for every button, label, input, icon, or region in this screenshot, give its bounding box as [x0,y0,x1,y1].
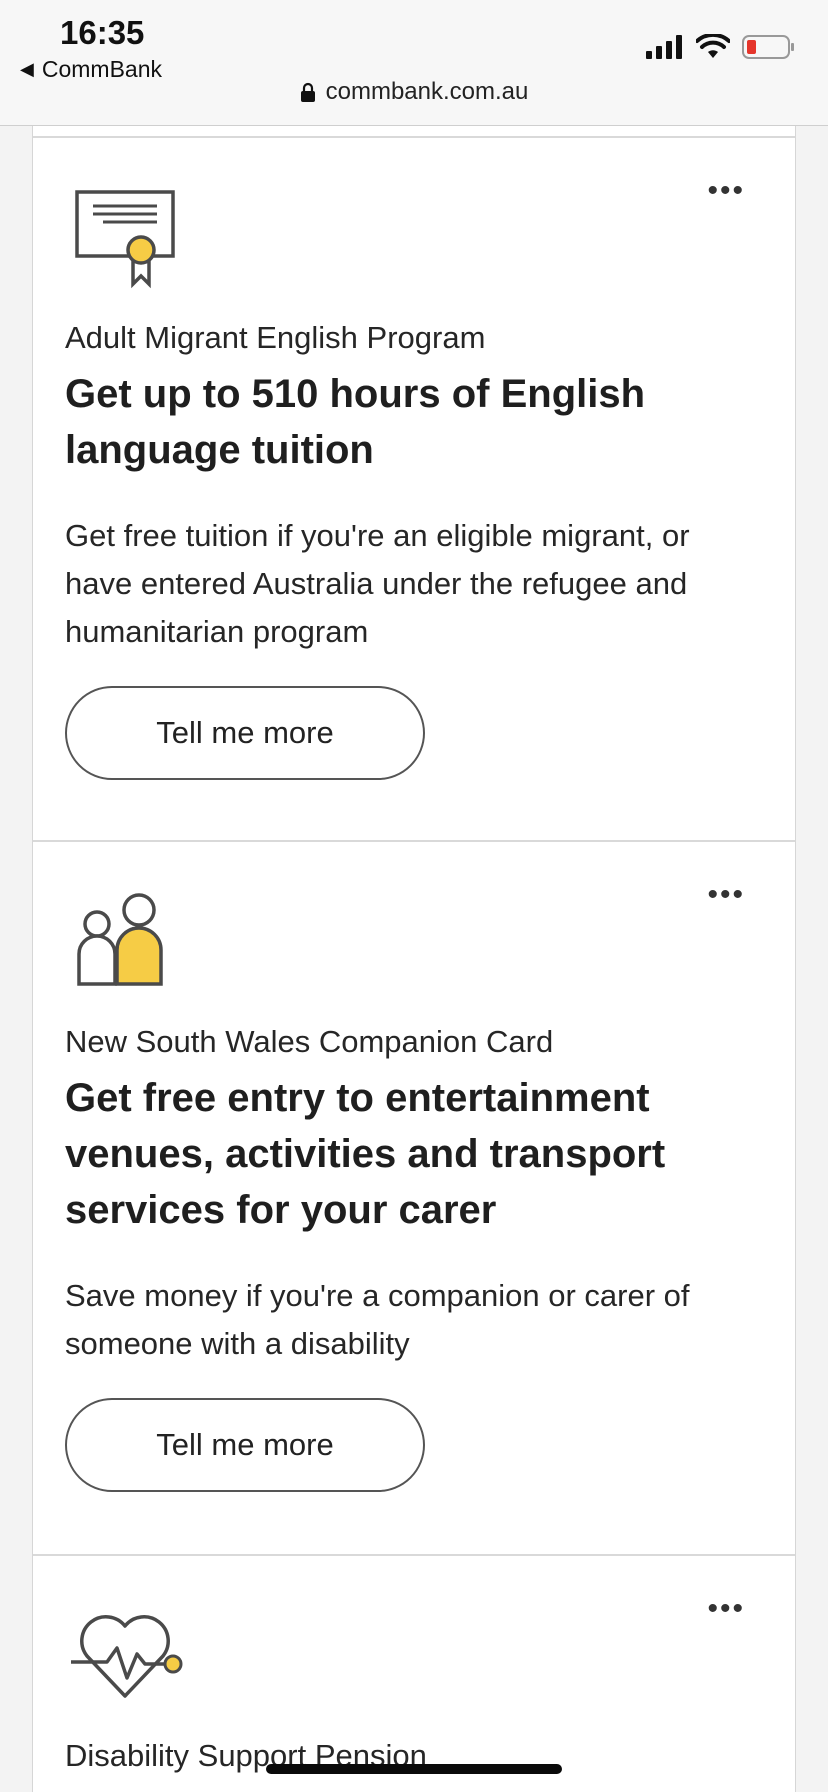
certificate-icon [75,190,175,289]
clock: 16:35 [60,14,145,51]
heart-pulse-icon [71,1615,183,1698]
offer-card: ••• Disability Support Pension [33,1556,795,1792]
offer-description: Save money if you're a companion or care… [65,1278,690,1361]
offer-headline: Get up to 510 hours of English language … [65,372,646,472]
more-options-button[interactable]: ••• [707,1594,745,1624]
home-indicator[interactable] [266,1764,562,1774]
url-bar[interactable]: commbank.com.au [0,78,828,106]
tell-me-more-button[interactable]: Tell me more [65,1398,425,1492]
status-icons [646,34,796,60]
back-triangle-icon: ◀ [20,59,34,79]
cellular-signal-icon [646,35,682,59]
offer-card: ••• New South Wales Companion Card Get f… [33,842,795,1556]
wifi-icon [696,34,730,58]
companion-people-icon [77,893,163,986]
lock-icon [300,82,315,102]
battery-low-icon [742,35,794,59]
tell-me-more-button[interactable]: Tell me more [65,686,425,780]
more-options-button[interactable]: ••• [707,176,745,206]
more-options-button[interactable]: ••• [707,880,745,910]
url-text: commbank.com.au [325,78,529,105]
status-bar: 16:35 ◀ CommBank commbank.com.au [0,0,828,126]
offers-list: ••• Adult Migrant English Program Get up… [32,126,796,1792]
offer-description: Get free tuition if you're an eligible m… [65,518,690,649]
offer-headline: Get free entry to entertainment venues, … [65,1076,666,1232]
offer-eyebrow: Adult Migrant English Program [65,320,486,355]
offer-card: ••• Adult Migrant English Program Get up… [33,136,795,842]
offer-eyebrow: New South Wales Companion Card [65,1024,554,1059]
